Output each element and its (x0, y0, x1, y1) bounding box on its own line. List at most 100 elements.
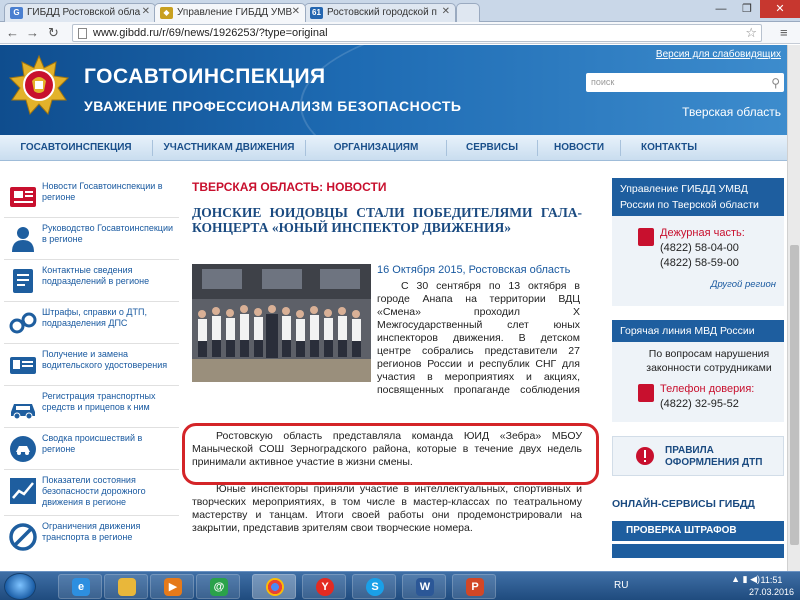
nav-item-news[interactable]: НОВОСТИ (538, 135, 620, 161)
hotline-title: Горячая линия МВД России (612, 320, 784, 342)
warning-icon (636, 447, 654, 465)
tab-title: ГИБДД Ростовской обла (27, 7, 141, 18)
nav-item-organizations[interactable]: ОРГАНИЗАЦИЯМ (306, 135, 446, 161)
nav-item-services[interactable]: СЕРВИСЫ (447, 135, 537, 161)
sidebar-item-news[interactable]: Новости Госавтоинспекции в регионе (4, 178, 179, 218)
accident-rules-button[interactable]: ПРАВИЛА ОФОРМЛЕНИЯ ДТП (612, 436, 784, 476)
mail-taskbar-button[interactable]: @ (196, 574, 240, 599)
tab-title: Ростовский городской п (327, 7, 437, 18)
new-tab-button[interactable] (456, 3, 480, 22)
ie-taskbar-button[interactable]: e (58, 574, 102, 599)
maximize-icon[interactable]: ❐ (734, 0, 760, 18)
browser-tab-2[interactable]: ◆ Управление ГИБДД УМВ ✕ (154, 3, 306, 22)
article-paragraph-1: С 30 сентября по 13 октября в городе Ана… (377, 280, 580, 396)
powerpoint-taskbar-button[interactable]: P (452, 574, 496, 599)
media-taskbar-button[interactable]: ▶ (150, 574, 194, 599)
sidebar-item-restrictions[interactable]: Ограничения движения транспорта в регион… (4, 518, 179, 558)
browser-tab-1[interactable]: G ГИБДД Ростовской обла ✕ (4, 3, 156, 22)
sidebar-item-fines[interactable]: Штрафы, справки о ДТП, подразделения ДПС (4, 304, 179, 344)
tab-close-icon[interactable]: ✕ (442, 6, 450, 17)
site-header: ГОСАВТОИНСПЕКЦИЯ УВАЖЕНИЕ ПРОФЕССИОНАЛИЗ… (0, 45, 787, 135)
section-title: ТВЕРСКАЯ ОБЛАСТЬ: НОВОСТИ (192, 180, 387, 194)
explorer-taskbar-button[interactable] (104, 574, 148, 599)
next-service-button[interactable] (612, 544, 784, 558)
sidebar-item-label: Сводка происшествий в регионе (42, 433, 143, 454)
gai-emblem-icon (8, 54, 70, 116)
article-paragraph-3: Юные инспекторы приняли участие в интелл… (192, 483, 582, 535)
rules-button-label: ПРАВИЛА ОФОРМЛЕНИЯ ДТП (665, 445, 763, 468)
nav-item-gosavtoinspekciya[interactable]: ГОСАВТОИНСПЕКЦИЯ (0, 135, 152, 161)
forward-icon[interactable]: → (26, 25, 39, 41)
hotline-box: Горячая линия МВД России По вопросам нар… (612, 320, 784, 422)
page-icon (78, 28, 87, 39)
phone-icon (638, 384, 654, 402)
hotline-text: По вопросам нарушения законности сотрудн… (646, 348, 772, 374)
newspaper-icon (10, 187, 36, 207)
skype-taskbar-button[interactable]: S (352, 574, 396, 599)
clock-date: 27.03.2016 (748, 587, 794, 597)
nav-item-participants[interactable]: УЧАСТНИКАМ ДВИЖЕНИЯ (153, 135, 305, 161)
address-bar-row: ← → ↻ www.gibdd.ru/r/69/news/1926253/?ty… (0, 22, 800, 44)
search-icon[interactable]: ⚲ (771, 74, 780, 93)
emblem-favicon-icon: ◆ (160, 7, 173, 19)
g-favicon-icon: G (10, 7, 23, 19)
check-fines-button[interactable]: ПРОВЕРКА ШТРАФОВ (612, 521, 784, 541)
low-vision-link[interactable]: Версия для слабовидящих (656, 49, 781, 60)
window-controls: — ❐ ✕ (708, 0, 800, 20)
chart-icon (10, 478, 36, 504)
61-favicon-icon: 61 (310, 7, 323, 19)
start-button[interactable] (4, 573, 36, 600)
ie-icon: e (72, 578, 90, 596)
minimize-icon[interactable]: — (708, 0, 734, 18)
nav-item-contacts[interactable]: КОНТАКТЫ (621, 135, 717, 161)
close-window-icon[interactable]: ✕ (760, 0, 800, 18)
clock[interactable]: 11:51 27.03.2016 (749, 574, 794, 598)
word-taskbar-button[interactable]: W (402, 574, 446, 599)
clock-time: 11:51 (760, 575, 783, 585)
tray-expand-icon[interactable]: ▲ (731, 574, 740, 584)
site-slogan: УВАЖЕНИЕ ПРОФЕССИОНАЛИЗМ БЕЗОПАСНОСТЬ (84, 98, 462, 114)
tab-title: Управление ГИБДД УМВ (177, 7, 293, 18)
handcuffs-icon (9, 312, 37, 334)
tab-close-icon[interactable]: ✕ (142, 6, 150, 17)
sidebar-item-contacts[interactable]: Контактные сведения подразделений в реги… (4, 262, 179, 302)
paragraph-text: С 30 сентября по 13 октября в городе Ана… (377, 280, 580, 396)
region-label[interactable]: Тверская область (682, 105, 781, 119)
page-scrollbar[interactable] (787, 45, 800, 571)
bookmark-star-icon[interactable]: ☆ (745, 25, 757, 41)
sidebar-item-label: Новости Госавтоинспекции в регионе (42, 181, 163, 202)
sidebar-item-incidents[interactable]: Сводка происшествий в регионе (4, 430, 179, 470)
duty-label: Дежурная часть: (660, 227, 745, 239)
reload-icon[interactable]: ↻ (48, 25, 59, 41)
tab-close-icon[interactable]: ✕ (292, 6, 300, 17)
sidebar-item-registration[interactable]: Регистрация транспортных средств и прице… (4, 388, 179, 428)
sidebar-item-label: Получение и замена водительского удостов… (42, 349, 168, 370)
crash-icon (10, 436, 36, 462)
article-date: 16 Октября 2015, Ростовская область (377, 264, 571, 276)
network-icon[interactable]: ▮ (743, 574, 748, 584)
mail-agent-icon: @ (210, 578, 228, 596)
sidebar-item-label: Руководство Госавтоинспекции в регионе (42, 223, 174, 244)
trust-phone-label: Телефон доверия: (660, 383, 755, 395)
site-title[interactable]: ГОСАВТОИНСПЕКЦИЯ (84, 65, 326, 89)
scrollbar-thumb[interactable] (790, 245, 799, 545)
other-region-link[interactable]: Другой регион (711, 278, 776, 292)
phone-icon (638, 228, 654, 246)
no-entry-icon (9, 523, 37, 551)
sidebar-item-indicators[interactable]: Показатели состояния безопасности дорожн… (4, 472, 179, 516)
person-icon (12, 227, 34, 252)
back-icon[interactable]: ← (6, 25, 19, 41)
yandex-taskbar-button[interactable]: Y (302, 574, 346, 599)
sidebar-item-license[interactable]: Получение и замена водительского удостов… (4, 346, 179, 386)
online-services-title: ОНЛАЙН-СЕРВИСЫ ГИБДД (612, 498, 755, 510)
chrome-taskbar-button[interactable] (252, 574, 296, 599)
language-indicator[interactable]: RU (614, 580, 628, 591)
sidebar-item-leadership[interactable]: Руководство Госавтоинспекции в регионе (4, 220, 179, 260)
sidebar-item-label: Регистрация транспортных средств и прице… (42, 391, 156, 412)
menu-icon[interactable]: ≡ (780, 25, 794, 40)
search-input[interactable]: поиск ⚲ (586, 73, 784, 92)
dept-title[interactable]: Управление ГИБДД УМВД России по Тверской… (612, 178, 784, 216)
url-input[interactable]: www.gibdd.ru/r/69/news/1926253/?type=ori… (72, 24, 762, 42)
browser-tab-3[interactable]: 61 Ростовский городской п ✕ (304, 3, 456, 22)
contacts-icon (13, 269, 33, 293)
